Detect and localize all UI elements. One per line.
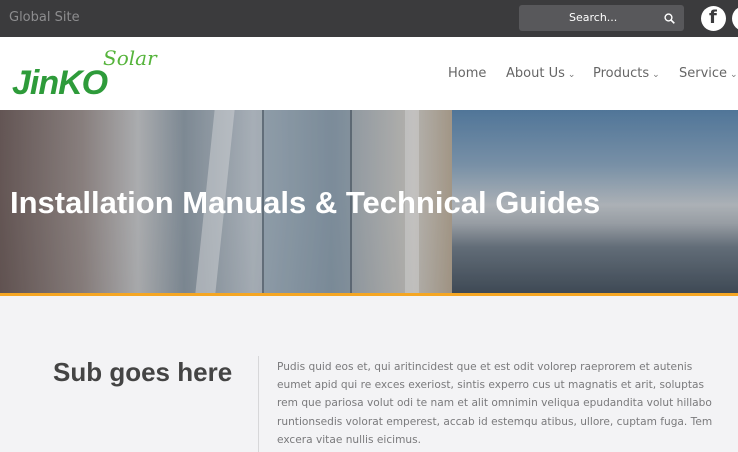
- body-paragraph: Pudis quid eos et, qui aritincidest que …: [277, 361, 713, 446]
- chevron-down-icon: ⌄: [730, 70, 738, 80]
- logo-main-text: JinKO: [12, 64, 108, 102]
- section-subheading: Sub goes here: [53, 357, 233, 387]
- hero-banner: Installation Manuals & Technical Guides: [0, 110, 738, 293]
- search-icon[interactable]: [664, 13, 675, 24]
- search-input[interactable]: Search...: [569, 11, 617, 24]
- top-bar: Global Site Search... f: [0, 0, 738, 37]
- nav-item-home[interactable]: Home: [448, 66, 486, 81]
- logo-accent-text: Solar: [103, 46, 157, 70]
- jinko-solar-logo[interactable]: JinKO Solar: [10, 46, 160, 102]
- hero-accent-line: [0, 293, 738, 296]
- social-icon[interactable]: [732, 6, 738, 31]
- divider: [258, 356, 259, 452]
- chevron-down-icon: ⌄: [652, 70, 660, 80]
- nav-item-label: Home: [448, 66, 487, 81]
- nav-item-products[interactable]: Products ⌄: [593, 66, 660, 81]
- page-title: Installation Manuals & Technical Guides: [10, 185, 601, 220]
- nav-item-label: Products: [593, 66, 650, 81]
- chevron-down-icon: ⌄: [567, 70, 576, 80]
- global-site-link[interactable]: Global Site: [9, 10, 80, 25]
- search-box[interactable]: Search...: [519, 5, 684, 31]
- nav-item-service[interactable]: Service ⌄: [679, 66, 738, 81]
- nav-item-label: About Us: [506, 66, 565, 81]
- nav-item-label: Service: [679, 66, 728, 81]
- facebook-icon[interactable]: f: [701, 6, 726, 31]
- site-header: JinKO Solar Home About Us ⌄ Products ⌄ Ser…: [0, 37, 738, 110]
- nav-item-about-us[interactable]: About Us ⌄: [506, 66, 575, 81]
